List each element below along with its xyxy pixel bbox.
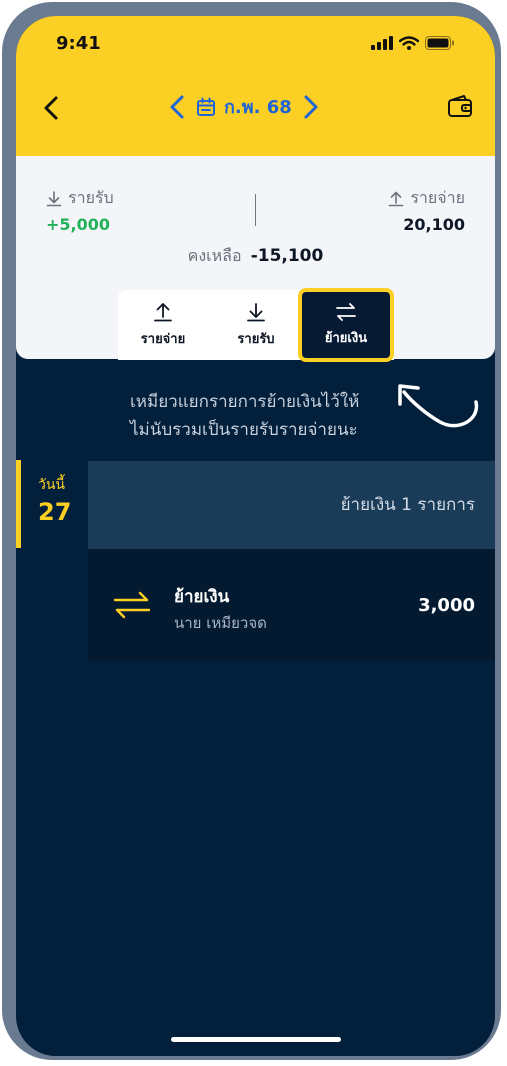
summary-divider — [255, 194, 256, 226]
income-summary: รายรับ +5,000 — [46, 186, 114, 234]
month-selector[interactable]: ก.พ. 68 — [196, 92, 292, 121]
curved-arrow-icon — [398, 384, 479, 428]
back-chevron-icon[interactable] — [38, 94, 66, 122]
expense-heading: รายจ่าย — [388, 186, 465, 211]
hint-line-1: เหมียวแยกรายการย้ายเงินไว้ให้ — [130, 392, 360, 412]
income-value: +5,000 — [46, 215, 111, 234]
balance-value: -15,100 — [250, 246, 324, 266]
day-number: 27 — [38, 498, 72, 526]
status-icons — [371, 36, 455, 50]
month-label: ก.พ. 68 — [224, 97, 292, 118]
category-tabs: รายจ่าย รายรับ ย้ายเงิน — [118, 288, 394, 362]
header-bar: 9:41 ก.พ. 68 — [16, 16, 495, 156]
month-navigator: ก.พ. 68 — [166, 92, 322, 121]
transaction-subtitle: นาย เหมียวจด — [174, 614, 267, 632]
battery-icon — [425, 36, 454, 50]
transaction-amount: 3,000 — [418, 595, 475, 616]
home-indicator[interactable] — [171, 1037, 341, 1042]
hint-line-2: ไม่นับรวมเป็นรายรับรายจ่ายนะ — [130, 420, 358, 440]
tab-income-label: รายรับ — [237, 331, 275, 347]
download-arrow-icon — [46, 190, 62, 206]
download-arrow-icon — [247, 302, 265, 321]
status-time: 9:41 — [56, 33, 101, 54]
upload-arrow-icon — [154, 302, 172, 321]
tab-expense[interactable]: รายจ่าย — [118, 290, 208, 360]
next-month-chevron-icon[interactable] — [300, 93, 322, 121]
expense-value: 20,100 — [403, 215, 465, 234]
tab-transfer-label: ย้ายเงิน — [324, 330, 368, 346]
previous-month-chevron-icon[interactable] — [166, 93, 188, 121]
summary-card: รายรับ +5,000 รายจ่าย 20,100 คงเหลือ -15… — [16, 156, 495, 362]
income-label: รายรับ — [68, 188, 114, 207]
balance-label: คงเหลือ — [187, 246, 242, 265]
upload-arrow-icon — [389, 191, 404, 206]
transaction-title: ย้ายเงิน — [174, 587, 230, 607]
wifi-icon — [399, 36, 419, 50]
expense-summary: รายจ่าย 20,100 — [388, 186, 465, 234]
app-screen: 9:41 ก.พ. 68 รายรับ +5,000 รายจ่าย 20,10… — [16, 16, 495, 1056]
day-label: วันนี้ — [38, 477, 66, 493]
income-heading: รายรับ — [46, 186, 114, 211]
swap-arrows-icon — [336, 302, 356, 321]
transaction-row[interactable]: ย้ายเงิน นาย เหมียวจด 3,000 — [88, 549, 495, 661]
balance-row: คงเหลือ -15,100 — [16, 244, 495, 269]
swap-arrows-icon — [113, 591, 151, 619]
transfer-hint: เหมียวแยกรายการย้ายเงินไว้ให้ ไม่นับรวมเ… — [130, 388, 390, 444]
tab-transfer[interactable]: ย้ายเงิน — [298, 288, 394, 362]
signal-icon — [371, 36, 393, 50]
wallet-icon[interactable] — [447, 94, 473, 120]
phone-frame: 9:41 ก.พ. 68 รายรับ +5,000 รายจ่าย 20,10… — [2, 2, 501, 1060]
tab-income[interactable]: รายรับ — [211, 290, 301, 360]
day-summary-header: ย้ายเงิน 1 รายการ — [88, 461, 495, 549]
today-marker — [16, 460, 21, 548]
tab-expense-label: รายจ่าย — [140, 331, 186, 347]
expense-label: รายจ่าย — [410, 188, 465, 207]
day-summary-text: ย้ายเงิน 1 รายการ — [340, 495, 475, 515]
calendar-icon — [197, 97, 215, 116]
